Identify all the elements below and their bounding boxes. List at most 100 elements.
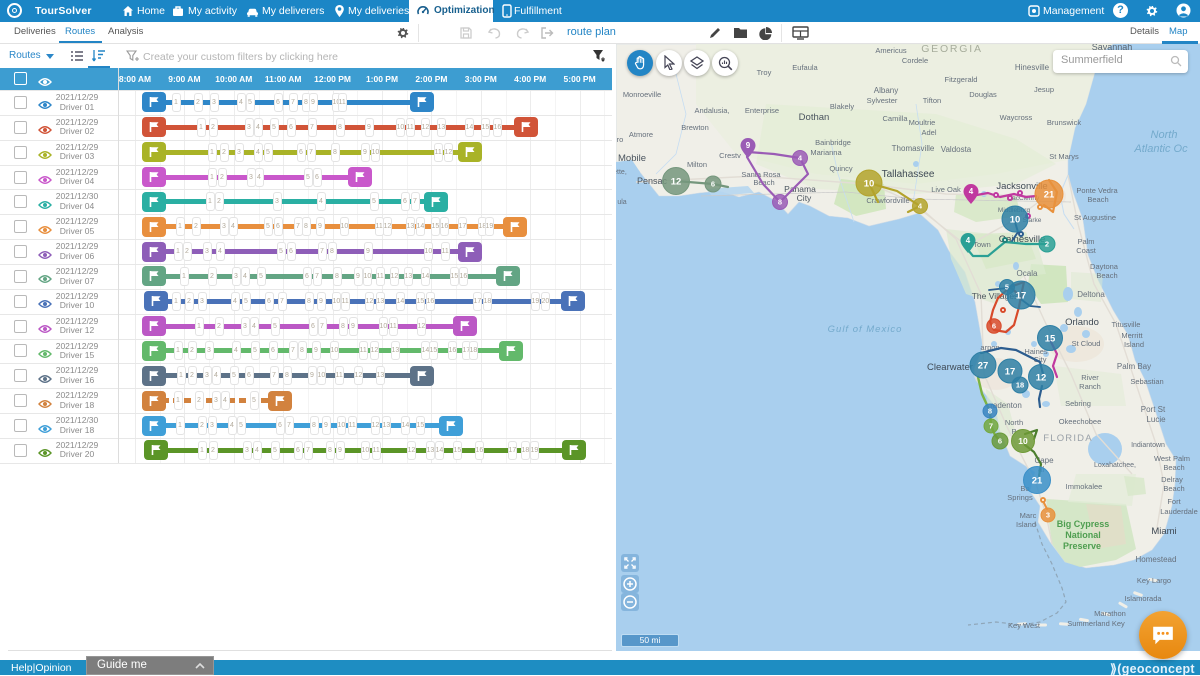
svg-text:Fitzgerald: Fitzgerald (945, 75, 978, 84)
svg-text:Beach: Beach (1163, 484, 1184, 493)
svg-text:Immokalee: Immokalee (1066, 482, 1103, 491)
svg-text:Live Oak: Live Oak (931, 185, 961, 194)
svg-text:FLORIDA: FLORIDA (1043, 433, 1093, 444)
svg-text:Key Largo: Key Largo (1137, 576, 1171, 585)
svg-text:Deltona: Deltona (1077, 290, 1105, 299)
svg-text:Palm Bay: Palm Bay (1117, 362, 1151, 371)
svg-text:National: National (1065, 530, 1101, 540)
svg-text:Monroeville: Monroeville (623, 90, 661, 99)
svg-text:Ocala: Ocala (1017, 269, 1038, 278)
svg-text:Crestv: Crestv (719, 151, 741, 160)
svg-text:St Marys: St Marys (1049, 152, 1079, 161)
svg-text:Daytona: Daytona (1090, 262, 1119, 271)
svg-text:Palm: Palm (1077, 237, 1094, 246)
svg-text:Atmore: Atmore (629, 130, 653, 139)
svg-text:Adel: Adel (921, 128, 936, 137)
svg-text:Eufaula: Eufaula (792, 63, 818, 72)
svg-text:10: 10 (1010, 214, 1021, 225)
svg-text:Loxahatchee,: Loxahatchee, (1094, 462, 1136, 469)
svg-text:ro: ro (617, 135, 624, 144)
svg-text:6: 6 (992, 322, 996, 331)
svg-text:Clearwater: Clearwater (927, 362, 973, 373)
svg-text:Indiantown: Indiantown (1131, 442, 1165, 449)
svg-text:Brunswick: Brunswick (1047, 118, 1081, 127)
svg-text:Jesup: Jesup (1034, 85, 1054, 94)
svg-text:Sylvester: Sylvester (867, 96, 898, 105)
svg-text:Troy: Troy (757, 68, 772, 77)
svg-text:Sebring: Sebring (1065, 399, 1091, 408)
svg-text:8: 8 (778, 198, 782, 207)
svg-text:Beach: Beach (1096, 271, 1117, 280)
svg-text:Tallahassee: Tallahassee (882, 169, 935, 180)
svg-text:North: North (1151, 129, 1178, 141)
svg-text:Beach: Beach (1163, 463, 1184, 472)
svg-text:6: 6 (711, 180, 715, 189)
svg-text:9: 9 (746, 141, 751, 150)
svg-text:Dothan: Dothan (799, 112, 830, 123)
svg-text:21: 21 (1044, 189, 1055, 200)
svg-text:nette,: nette, (616, 169, 627, 176)
svg-text:Fort: Fort (1167, 497, 1181, 506)
svg-text:Okeechobee: Okeechobee (1059, 417, 1102, 426)
svg-text:Marc: Marc (1020, 511, 1037, 520)
svg-text:Ranch: Ranch (1079, 382, 1101, 391)
svg-text:Enterprise: Enterprise (745, 106, 779, 115)
svg-text:St Cloud: St Cloud (1072, 339, 1101, 348)
svg-text:Orlando: Orlando (1065, 317, 1099, 328)
svg-text:4: 4 (966, 236, 971, 245)
svg-text:6: 6 (998, 437, 1002, 446)
svg-text:7: 7 (989, 422, 993, 431)
svg-text:Mobile: Mobile (618, 153, 646, 164)
svg-text:River: River (1081, 373, 1099, 382)
svg-text:Cordele: Cordele (902, 56, 928, 65)
svg-text:Bainbridge: Bainbridge (815, 138, 851, 147)
svg-text:ula: ula (617, 199, 626, 206)
svg-text:Summerland Key: Summerland Key (1067, 619, 1125, 628)
svg-text:17: 17 (1016, 290, 1027, 301)
svg-text:City: City (797, 193, 812, 203)
svg-text:Waycross: Waycross (1000, 113, 1033, 122)
svg-text:Coast: Coast (1076, 246, 1097, 255)
svg-text:12: 12 (671, 176, 682, 187)
svg-text:Blakely: Blakely (830, 102, 854, 111)
svg-text:Lauderdale: Lauderdale (1160, 507, 1198, 516)
svg-text:Titusville: Titusville (1112, 320, 1141, 329)
svg-text:St Augustine: St Augustine (1074, 213, 1116, 222)
svg-text:Lucie: Lucie (1146, 415, 1166, 424)
svg-text:10: 10 (864, 178, 875, 189)
svg-text:Quincy: Quincy (829, 164, 853, 173)
svg-text:Key West: Key West (1008, 621, 1041, 630)
svg-text:Islamorada: Islamorada (1124, 594, 1162, 603)
svg-text:18: 18 (1016, 381, 1024, 390)
svg-text:Douglas: Douglas (969, 90, 997, 99)
svg-text:Island: Island (1124, 340, 1144, 349)
svg-text:Sebastian: Sebastian (1130, 377, 1163, 386)
svg-text:Albany: Albany (874, 86, 898, 95)
svg-text:Atlantic Oc: Atlantic Oc (1133, 143, 1188, 155)
svg-text:Crawfordville: Crawfordville (866, 196, 909, 205)
svg-text:4: 4 (969, 187, 974, 196)
svg-text:Milton: Milton (687, 160, 707, 169)
svg-text:27: 27 (978, 360, 989, 371)
svg-text:Preserve: Preserve (1063, 541, 1101, 551)
svg-text:Ponte Vedra: Ponte Vedra (1076, 186, 1118, 195)
svg-text:17: 17 (1005, 366, 1016, 377)
svg-text:2: 2 (1045, 240, 1049, 249)
svg-text:North: North (1005, 418, 1023, 427)
svg-text:Delray: Delray (1161, 475, 1183, 484)
svg-text:Moultrie: Moultrie (909, 118, 936, 127)
svg-text:Valdosta: Valdosta (941, 145, 972, 154)
svg-text:Island: Island (1016, 520, 1036, 529)
svg-text:10: 10 (1018, 436, 1028, 446)
svg-text:3: 3 (1046, 511, 1050, 520)
svg-text:Camilla: Camilla (882, 114, 908, 123)
svg-text:Miami: Miami (1151, 526, 1176, 537)
svg-text:15: 15 (1045, 333, 1056, 344)
svg-text:Tifton: Tifton (923, 96, 941, 105)
svg-text:Marianna: Marianna (810, 148, 842, 157)
svg-text:Brewton: Brewton (681, 123, 709, 132)
svg-text:Port St: Port St (1141, 405, 1166, 414)
svg-text:Town: Town (973, 240, 991, 249)
svg-text:Thomasville: Thomasville (892, 144, 935, 153)
svg-text:Gulf of Mexico: Gulf of Mexico (828, 324, 903, 335)
